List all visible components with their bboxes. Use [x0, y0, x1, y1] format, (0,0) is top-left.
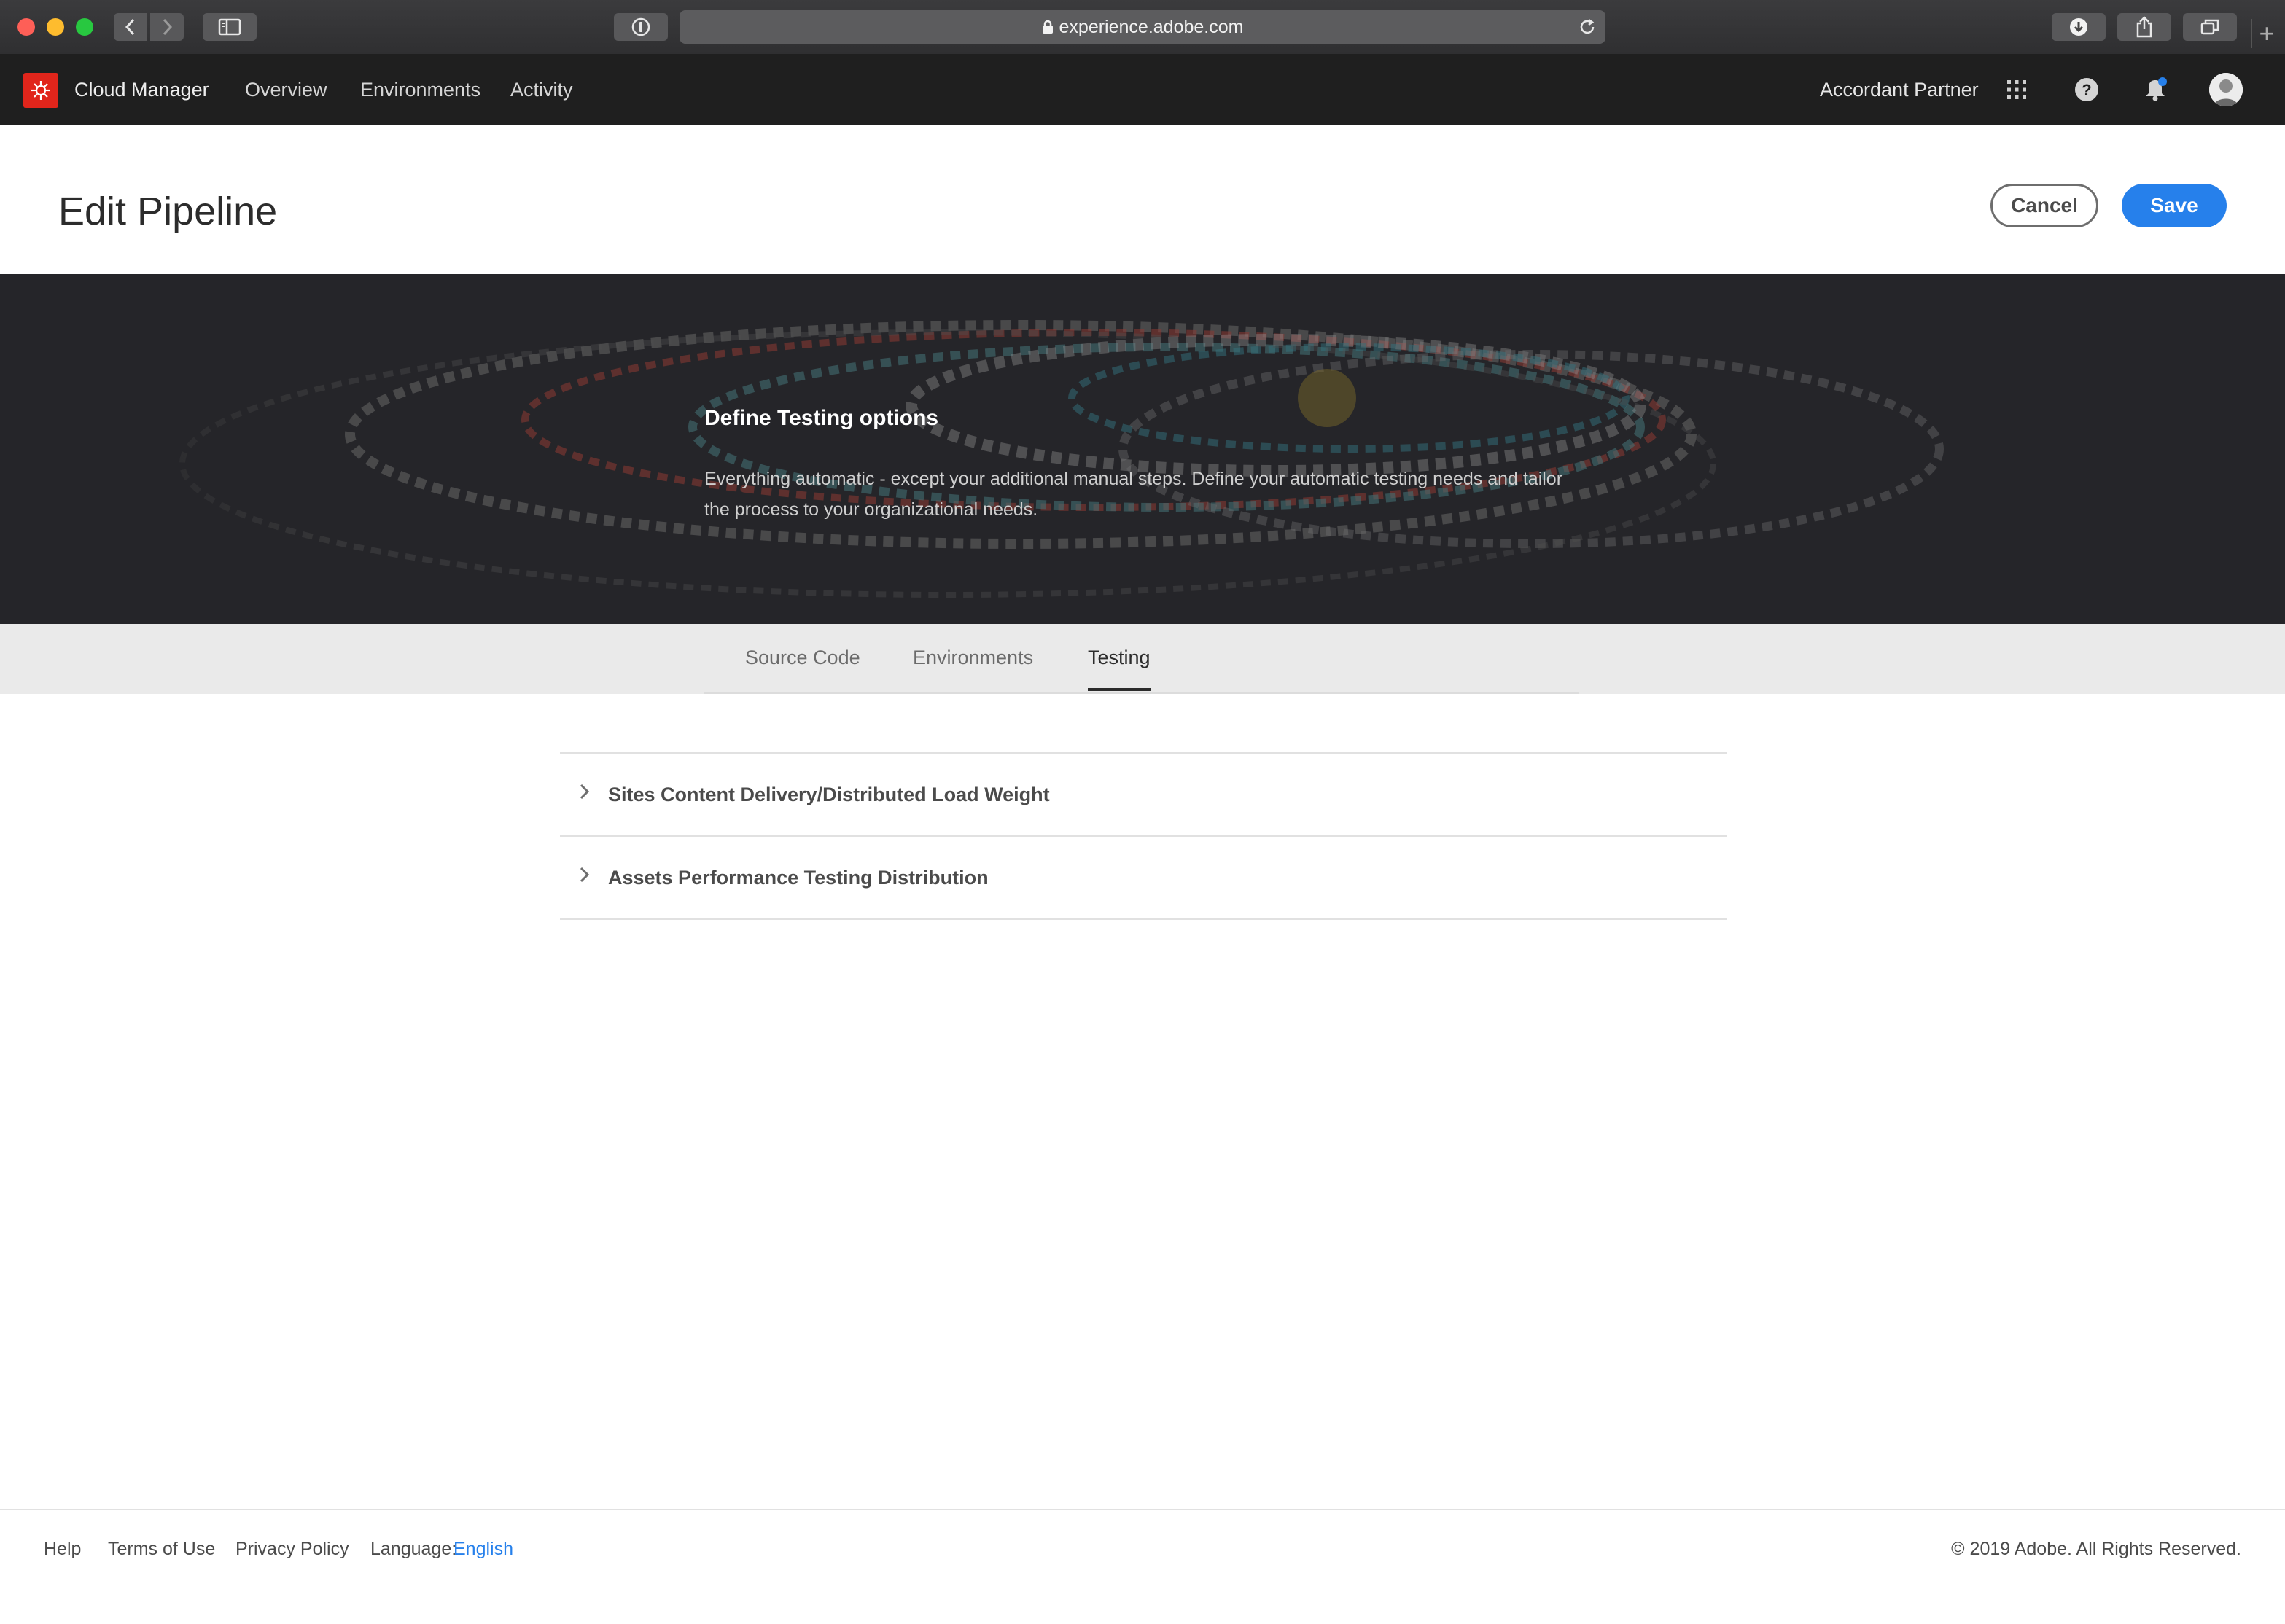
- chevron-right-icon: [163, 18, 173, 36]
- bell-icon: [2146, 77, 2167, 101]
- nav-overview[interactable]: Overview: [245, 54, 327, 125]
- sidebar-toggle-button[interactable]: [203, 13, 257, 41]
- section-sites-content-delivery[interactable]: Sites Content Delivery/Distributed Load …: [560, 752, 1727, 835]
- notifications-button[interactable]: [2139, 74, 2171, 106]
- zoom-window-button[interactable]: [76, 18, 93, 36]
- help-button[interactable]: ?: [2071, 74, 2103, 106]
- share-icon: [2136, 16, 2152, 38]
- url-text: experience.adobe.com: [680, 10, 1605, 44]
- avatar-icon: [2209, 73, 2243, 106]
- back-button[interactable]: [114, 13, 147, 41]
- browser-toolbar: experience.adobe.com +: [0, 0, 2285, 55]
- hero-background-graphic: [0, 274, 2285, 624]
- share-button[interactable]: [2117, 13, 2171, 41]
- chevron-right-icon: [580, 784, 590, 800]
- hero-banner: [0, 274, 2285, 624]
- url-value: experience.adobe.com: [1059, 17, 1244, 37]
- reload-icon[interactable]: [1578, 17, 1597, 36]
- chevron-left-icon: [125, 18, 135, 36]
- page-footer: Help Terms of Use Privacy Policy Languag…: [0, 1509, 2285, 1624]
- forward-button[interactable]: [150, 13, 184, 41]
- save-button[interactable]: Save: [2122, 184, 2227, 227]
- minimize-window-button[interactable]: [47, 18, 64, 36]
- section-assets-performance-testing[interactable]: Assets Performance Testing Distribution: [560, 835, 1727, 920]
- tabs-divider: [704, 692, 1579, 694]
- app-switcher-button[interactable]: [2001, 74, 2033, 106]
- tab-source-code[interactable]: Source Code: [745, 624, 860, 691]
- nav-environments[interactable]: Environments: [360, 54, 480, 125]
- download-icon: [2070, 18, 2087, 36]
- pipeline-tabs: Source Code Environments Testing: [0, 624, 2285, 694]
- cancel-button[interactable]: Cancel: [1990, 184, 2098, 227]
- hero-title: Define Testing options: [704, 406, 939, 430]
- help-icon: ?: [2075, 78, 2098, 101]
- cloud-manager-logo[interactable]: [23, 73, 58, 108]
- address-bar[interactable]: experience.adobe.com: [680, 10, 1605, 44]
- downloads-button[interactable]: [2052, 13, 2106, 41]
- app-header: Cloud Manager Overview Environments Acti…: [0, 54, 2285, 125]
- footer-terms-link[interactable]: Terms of Use: [108, 1510, 215, 1588]
- tab-testing[interactable]: Testing: [1088, 624, 1151, 691]
- footer-language-selector[interactable]: English: [454, 1510, 513, 1588]
- password-manager-button[interactable]: [614, 13, 668, 41]
- hero-description: Everything automatic - except your addit…: [704, 469, 1563, 520]
- nav-activity[interactable]: Activity: [510, 54, 573, 125]
- footer-help-link[interactable]: Help: [44, 1510, 81, 1588]
- app-name[interactable]: Cloud Manager: [74, 54, 209, 125]
- password-manager-icon: [631, 17, 650, 36]
- footer-language-label: Language:: [370, 1539, 457, 1559]
- org-switcher[interactable]: Accordant Partner: [1820, 54, 1979, 125]
- tab-overview-button[interactable]: [2183, 13, 2237, 41]
- tab-environments[interactable]: Environments: [913, 624, 1033, 691]
- lock-icon: [1042, 20, 1053, 34]
- user-avatar[interactable]: [2209, 73, 2243, 106]
- new-tab-button[interactable]: +: [2251, 19, 2281, 48]
- grid-icon: [2007, 80, 2026, 99]
- chevron-right-icon: [580, 867, 590, 883]
- close-window-button[interactable]: [17, 18, 35, 36]
- section-label: Sites Content Delivery/Distributed Load …: [608, 784, 1050, 805]
- cloud-manager-logo-icon: [31, 81, 50, 100]
- notification-dot: [2158, 77, 2167, 86]
- sidebar-icon: [218, 18, 241, 36]
- svg-text:?: ?: [2082, 81, 2091, 99]
- footer-privacy-link[interactable]: Privacy Policy: [235, 1510, 349, 1588]
- section-label: Assets Performance Testing Distribution: [608, 867, 989, 889]
- footer-copyright: © 2019 Adobe. All Rights Reserved.: [1951, 1539, 2241, 1559]
- tabs-icon: [2200, 19, 2219, 35]
- page-title: Edit Pipeline: [58, 190, 278, 233]
